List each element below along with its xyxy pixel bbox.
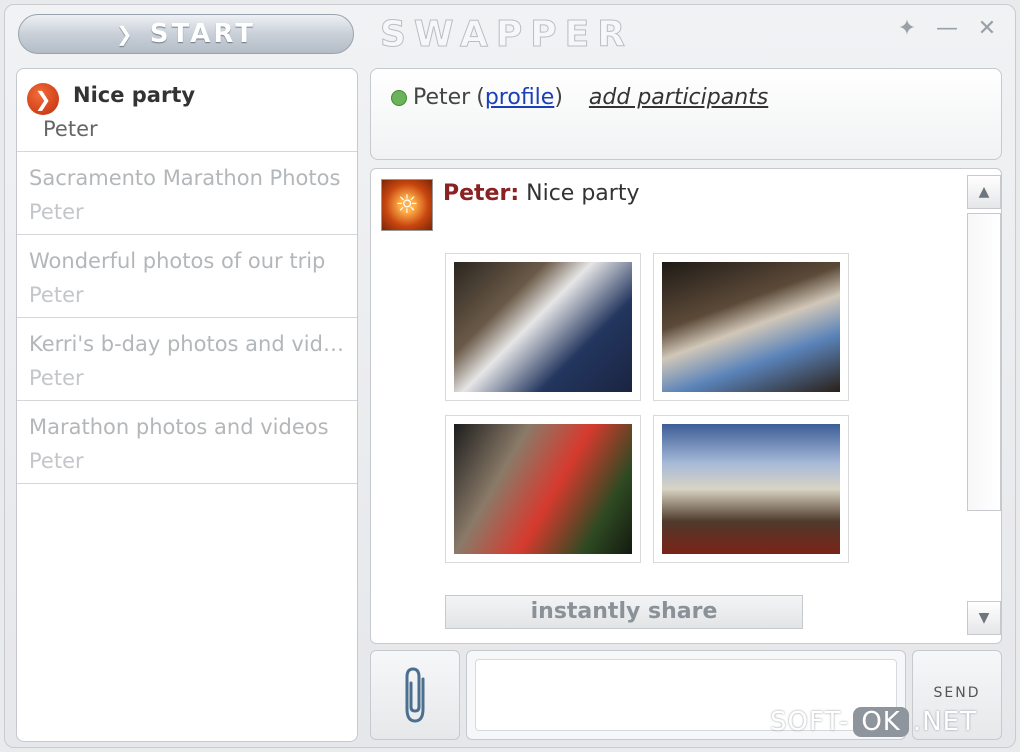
- conversation-title: Wonderful photos of our trip: [29, 249, 326, 273]
- close-icon[interactable]: ✕: [974, 16, 1000, 42]
- conversation-participant: Peter: [29, 449, 84, 473]
- chat-scrollbar[interactable]: ▲ ▼: [967, 175, 1001, 635]
- photo-thumbnail[interactable]: [445, 253, 641, 401]
- conversation-header: Peter ( profile ) add participants: [370, 68, 1002, 160]
- conversation-participant: Peter: [29, 283, 84, 307]
- participant-name: Peter: [413, 85, 471, 110]
- conversation-list: ❯ Nice party Peter Sacramento Marathon P…: [16, 68, 358, 742]
- start-button[interactable]: ❯ START: [18, 14, 354, 54]
- instantly-share-button[interactable]: instantly share: [445, 595, 803, 629]
- message-text: Nice party: [519, 181, 640, 206]
- chevron-right-icon: ❯: [116, 22, 136, 46]
- photo-thumbnail[interactable]: [445, 415, 641, 563]
- chat-message: Peter: Nice party: [443, 181, 639, 206]
- conversation-item[interactable]: Marathon photos and videos Peter: [17, 401, 357, 484]
- profile-link[interactable]: profile: [485, 85, 555, 110]
- minimize-icon[interactable]: —: [934, 16, 960, 42]
- watermark-right: .NET: [912, 707, 977, 737]
- scroll-thumb[interactable]: [967, 213, 1001, 511]
- chat-area: ☼ Peter: Nice party instantly share ▲ ▼: [370, 168, 1002, 644]
- conversation-title: Marathon photos and videos: [29, 415, 329, 439]
- settings-icon[interactable]: ✦: [894, 16, 920, 42]
- window-controls: ✦ — ✕: [894, 16, 1000, 42]
- party-photo: [662, 262, 840, 392]
- watermark: SOFT- OK .NET: [770, 700, 977, 744]
- photo-thumbnail[interactable]: [653, 253, 849, 401]
- add-participants-link[interactable]: add participants: [589, 85, 768, 110]
- conversation-item[interactable]: ❯ Nice party Peter: [17, 69, 357, 152]
- avatar: ☼: [381, 179, 433, 231]
- profile-paren-close: ): [554, 85, 563, 110]
- marathon-photo: [662, 424, 840, 554]
- conversation-title: Sacramento Marathon Photos: [29, 166, 341, 190]
- party-photo: [454, 424, 632, 554]
- party-photo: [454, 262, 632, 392]
- scroll-down-icon[interactable]: ▼: [967, 601, 1001, 635]
- arrow-right-icon: ❯: [27, 83, 59, 115]
- conversation-title: Kerri's b-day photos and videos: [29, 332, 349, 356]
- watermark-mid: OK: [853, 707, 909, 737]
- message-sender: Peter:: [443, 181, 520, 206]
- conversation-participant: Peter: [29, 200, 84, 224]
- photo-thumbnail[interactable]: [653, 415, 849, 563]
- conversation-item[interactable]: Kerri's b-day photos and videos Peter: [17, 318, 357, 401]
- conversation-participant: Peter: [43, 117, 98, 141]
- attach-button[interactable]: [370, 650, 460, 740]
- scroll-up-icon[interactable]: ▲: [967, 175, 1001, 209]
- conversation-item[interactable]: Wonderful photos of our trip Peter: [17, 235, 357, 318]
- conversation-participant: Peter: [29, 366, 84, 390]
- conversation-item[interactable]: Sacramento Marathon Photos Peter: [17, 152, 357, 235]
- profile-paren-open: (: [476, 85, 485, 110]
- start-label: START: [149, 19, 256, 49]
- watermark-left: SOFT-: [770, 707, 850, 737]
- online-status-icon: [391, 89, 407, 106]
- app-title: SWAPPER: [380, 14, 633, 56]
- paperclip-icon: [405, 667, 425, 723]
- conversation-title: Nice party: [73, 83, 196, 107]
